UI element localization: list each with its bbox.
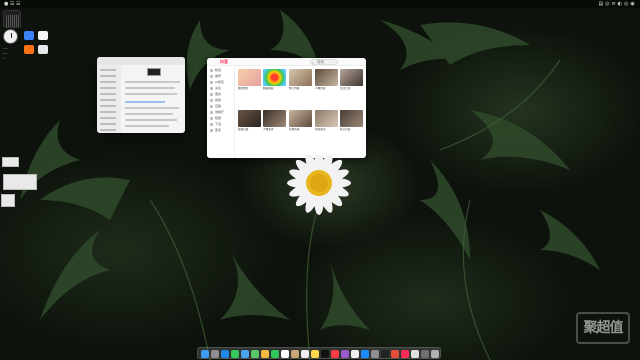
safari-icon[interactable] <box>221 350 229 358</box>
messages-icon[interactable] <box>231 350 239 358</box>
stage-window-thumbnail[interactable] <box>1 194 15 207</box>
video-card[interactable]: 精彩视频 <box>263 69 286 93</box>
appstore-icon[interactable] <box>361 350 369 358</box>
facetime-icon[interactable] <box>271 350 279 358</box>
launchpad-icon[interactable] <box>211 350 219 358</box>
dock <box>197 347 441 359</box>
maps-icon[interactable] <box>251 350 259 358</box>
notes-icon[interactable] <box>311 350 319 358</box>
calendar-icon[interactable] <box>281 350 289 358</box>
menu-bar-status-icons[interactable]: ▤ ◎ ≡ ◐ ◎ ◉ <box>598 0 635 8</box>
file-icon[interactable] <box>24 45 34 54</box>
daisy-flower <box>287 155 351 215</box>
desktop-file-label: —— <box>2 51 8 55</box>
app-icon[interactable] <box>401 350 409 358</box>
video-card[interactable]: 人物访谈 <box>315 69 338 93</box>
document-icon[interactable] <box>38 45 48 54</box>
chrome-icon[interactable] <box>391 350 399 358</box>
video-card[interactable]: 综艺片段 <box>340 110 363 134</box>
folder-icon[interactable] <box>24 31 34 40</box>
podcasts-icon[interactable] <box>341 350 349 358</box>
desktop-preview <box>147 68 161 76</box>
nav-item[interactable]: 更多 <box>207 127 234 133</box>
mail-icon[interactable] <box>241 350 249 358</box>
video-app-window[interactable]: 抖音 ⌕ 搜索 精选 推荐 AI搜索 关注 朋友 我的 直播 放映厅 短剧 下载… <box>207 58 366 158</box>
video-card[interactable]: 人物专访 <box>263 110 286 134</box>
stage-window-thumbnail[interactable] <box>3 174 37 190</box>
watermark-logo: 聚超值 <box>576 312 630 344</box>
stage-window-thumbnail[interactable] <box>2 157 19 167</box>
menu-bar-left[interactable]: ● ☰ ☱ <box>4 0 21 8</box>
calendar-widget[interactable] <box>3 10 21 28</box>
news-icon[interactable] <box>351 350 359 358</box>
photos-icon[interactable] <box>261 350 269 358</box>
app-icon[interactable] <box>411 350 419 358</box>
reminders-icon[interactable] <box>301 350 309 358</box>
clock-widget[interactable] <box>3 29 18 44</box>
terminal-icon[interactable] <box>381 350 389 358</box>
video-card[interactable]: 新闻资讯 <box>315 110 338 134</box>
settings-window[interactable] <box>97 57 185 133</box>
app-icon[interactable] <box>421 350 429 358</box>
video-card[interactable]: 图文推荐 <box>238 69 261 93</box>
search-icon: ⌕ <box>312 61 314 65</box>
document-icon[interactable] <box>38 31 48 40</box>
search-input[interactable]: ⌕ 搜索 <box>310 59 338 65</box>
video-card[interactable]: 影视剪辑 <box>289 110 312 134</box>
nav-sidebar[interactable]: 精选 推荐 AI搜索 关注 朋友 我的 直播 放映厅 短剧 下载 更多 <box>207 67 235 158</box>
tv-icon[interactable] <box>321 350 329 358</box>
finder-icon[interactable] <box>201 350 209 358</box>
desktop-file-label: —— <box>2 46 8 50</box>
desktop-file-label: — <box>2 56 5 60</box>
settings-icon[interactable] <box>371 350 379 358</box>
video-card[interactable]: 热门内容 <box>289 69 312 93</box>
settings-titlebar[interactable] <box>97 57 185 74</box>
contacts-icon[interactable] <box>291 350 299 358</box>
music-icon[interactable] <box>331 350 339 358</box>
menu-bar: ● ☰ ☱ ▤ ◎ ≡ ◐ ◎ ◉ <box>0 0 640 8</box>
trash-icon[interactable] <box>431 350 439 358</box>
video-card[interactable]: 生活日常 <box>340 69 363 93</box>
video-app-titlebar[interactable]: 抖音 ⌕ 搜索 <box>207 58 366 75</box>
video-card[interactable]: 视频合集 <box>238 110 261 134</box>
app-title: 抖音 <box>220 59 228 64</box>
settings-sidebar[interactable] <box>97 65 121 133</box>
